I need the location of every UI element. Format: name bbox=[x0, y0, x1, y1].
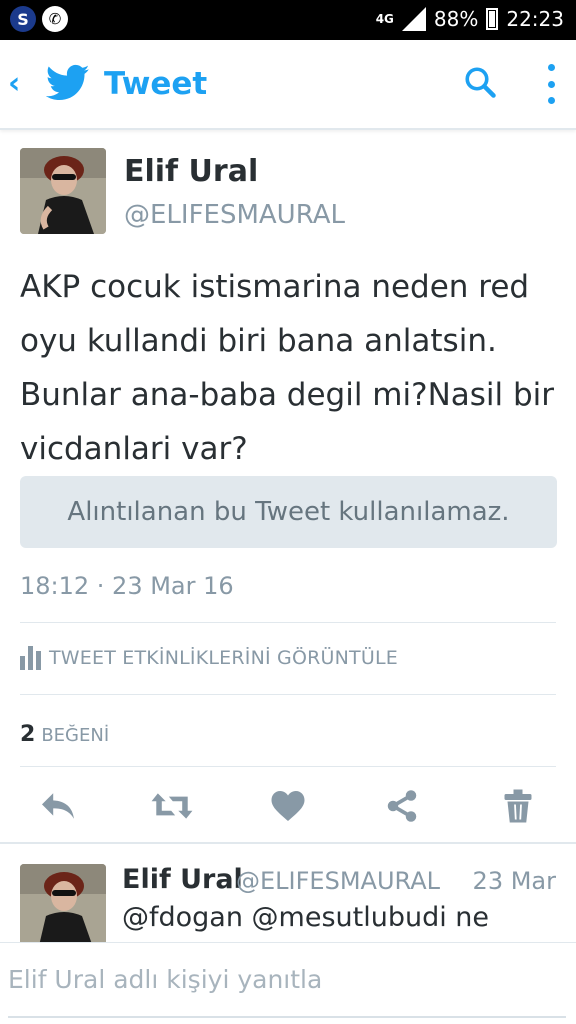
input-underline bbox=[8, 1016, 566, 1018]
icon-bar bbox=[20, 656, 25, 670]
bar-chart-icon bbox=[20, 646, 41, 670]
search-icon bbox=[465, 67, 496, 98]
section-separator bbox=[0, 842, 576, 844]
share-button[interactable] bbox=[380, 784, 424, 828]
delete-button[interactable] bbox=[496, 784, 540, 828]
reply-text: @fdogan @mesutlubudi ne bbox=[122, 902, 490, 933]
compose-bar bbox=[0, 942, 576, 1024]
app-notification-icon: S bbox=[10, 6, 36, 32]
avatar-photo bbox=[20, 148, 106, 234]
avatar[interactable] bbox=[20, 148, 106, 234]
network-type: 4G bbox=[375, 12, 394, 26]
view-activity-link[interactable]: TWEET ETKİNLİKLERİNİ GÖRÜNTÜLE bbox=[20, 646, 398, 670]
likes-label: BEĞENİ bbox=[41, 725, 110, 746]
tweet-text: AKP cocuk istismarina neden red oyu kull… bbox=[20, 269, 555, 467]
trash-icon bbox=[504, 789, 532, 823]
reply-input[interactable] bbox=[8, 965, 566, 994]
reply-time: 23 Mar bbox=[472, 867, 556, 895]
divider bbox=[20, 694, 556, 695]
battery-icon bbox=[486, 8, 499, 30]
share-icon bbox=[387, 790, 417, 822]
reply-icon bbox=[42, 793, 74, 819]
more-dot bbox=[547, 80, 555, 88]
avatar-photo bbox=[20, 864, 106, 950]
reply-avatar[interactable] bbox=[20, 864, 106, 950]
retweet-button[interactable] bbox=[150, 784, 194, 828]
icon-bar bbox=[28, 646, 33, 670]
likes-summary[interactable]: 2 BEĞENİ bbox=[20, 722, 109, 747]
back-button[interactable]: ‹ bbox=[8, 66, 20, 101]
quote-unavailable-box: Alıntılanan bu Tweet kullanılamaz. bbox=[20, 476, 557, 548]
divider bbox=[20, 766, 556, 767]
like-button[interactable] bbox=[266, 784, 310, 828]
author-handle[interactable]: @ELIFESMAURAL bbox=[124, 200, 345, 230]
likes-count: 2 bbox=[20, 722, 36, 747]
clock: 22:23 bbox=[506, 7, 564, 31]
search-button[interactable] bbox=[462, 64, 498, 104]
phone-icon: ✆ bbox=[42, 6, 68, 32]
quote-unavailable-text: Alıntılanan bu Tweet kullanılamaz. bbox=[67, 497, 510, 527]
twitter-bird-icon bbox=[46, 64, 90, 101]
chevron-left-icon: ‹ bbox=[8, 66, 21, 101]
tweet-timestamp: 18:12 · 23 Mar 16 bbox=[20, 572, 234, 600]
tweet-actions bbox=[0, 784, 576, 828]
app-bar: ‹ Tweet bbox=[0, 40, 576, 130]
reply-author-handle[interactable]: @ELIFESMAURAL bbox=[236, 867, 440, 895]
notification-icons: S ✆ bbox=[10, 6, 68, 32]
author-name[interactable]: Elif Ural bbox=[124, 154, 258, 189]
heart-icon bbox=[271, 791, 305, 821]
more-options-button[interactable] bbox=[546, 64, 556, 104]
more-dot bbox=[547, 97, 555, 104]
page-title: Tweet bbox=[104, 66, 208, 102]
battery-percent: 88% bbox=[433, 7, 479, 31]
status-bar: S ✆ 4G 88% 22:23 bbox=[0, 0, 576, 40]
reply-author-name[interactable]: Elif Ural bbox=[122, 864, 243, 895]
retweet-icon bbox=[151, 793, 193, 819]
view-activity-label: TWEET ETKİNLİKLERİNİ GÖRÜNTÜLE bbox=[49, 647, 398, 669]
divider bbox=[20, 622, 556, 623]
signal-icon bbox=[401, 7, 426, 31]
status-right: 4G 88% 22:23 bbox=[376, 7, 564, 31]
more-vertical-icon bbox=[547, 64, 555, 71]
icon-bar bbox=[36, 651, 41, 670]
reply-button[interactable] bbox=[36, 784, 80, 828]
